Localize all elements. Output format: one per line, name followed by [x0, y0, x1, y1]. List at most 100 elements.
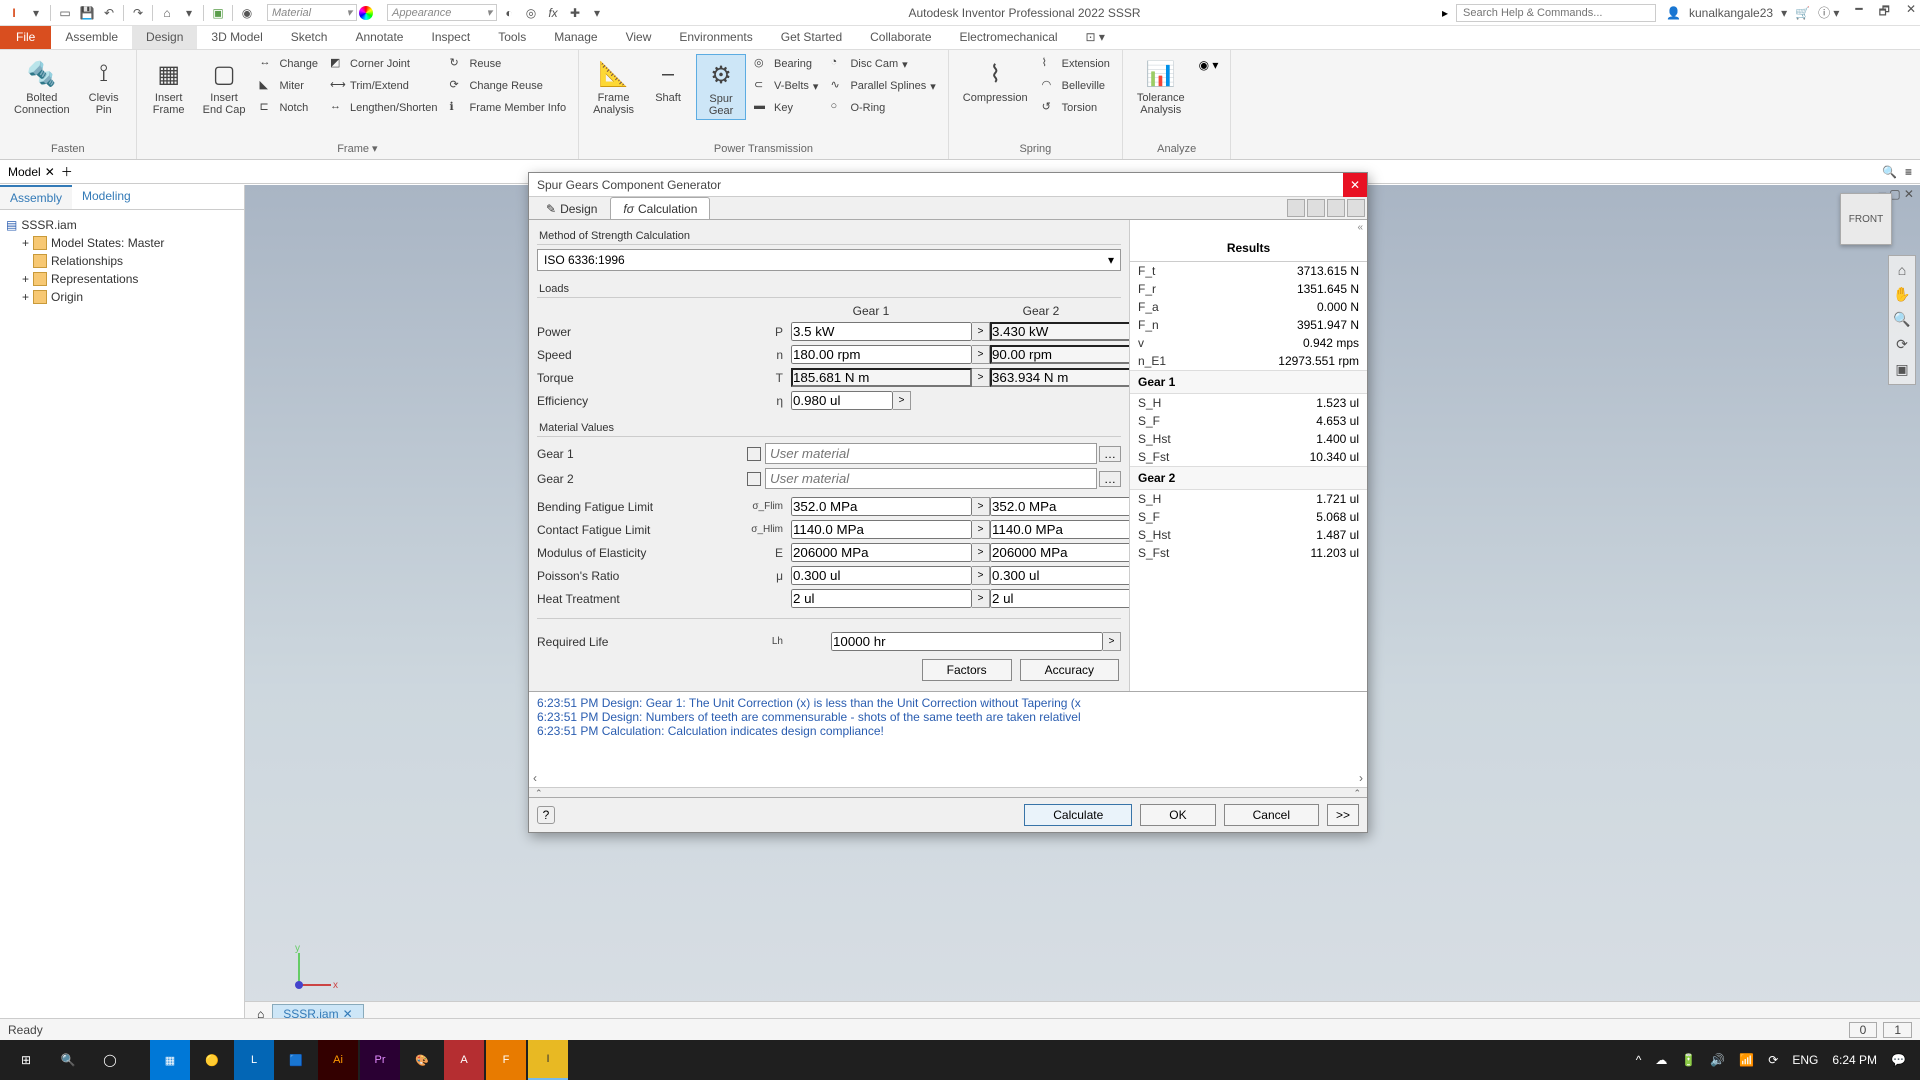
tree-item[interactable]: +Relationships — [22, 252, 238, 270]
appearance-swatch-icon[interactable] — [359, 6, 373, 20]
nav-zoom-icon[interactable]: 🔍 — [1893, 311, 1910, 328]
tree-root[interactable]: ▤SSSR.iam — [6, 216, 238, 234]
plus-icon[interactable]: ✚ — [565, 3, 585, 23]
gear2-mat-input[interactable] — [765, 468, 1097, 489]
modulus-g1-input[interactable] — [791, 543, 972, 562]
tab-collaborate[interactable]: Collaborate — [856, 26, 945, 49]
nav-home-icon[interactable]: ⌂ — [1898, 262, 1906, 278]
belleville-button[interactable]: ◠Belleville — [1038, 76, 1114, 96]
taskbar-fusion[interactable]: F — [486, 1040, 526, 1080]
new-icon[interactable]: ▾ — [26, 3, 46, 23]
help-icon[interactable]: ⓘ ▾ — [1818, 4, 1839, 21]
gear1-mat-browse[interactable]: … — [1099, 446, 1121, 462]
team-icon[interactable]: ▾ — [179, 3, 199, 23]
required-life-input[interactable] — [831, 632, 1103, 651]
accuracy-button[interactable]: Accuracy — [1020, 659, 1119, 681]
gear1-mat-checkbox[interactable] — [747, 447, 761, 461]
tab-electromechanical[interactable]: Electromechanical — [946, 26, 1072, 49]
tray-notifications-icon[interactable]: 💬 — [1891, 1053, 1906, 1067]
nav-pan-icon[interactable]: ✋ — [1893, 286, 1910, 303]
undo-icon[interactable]: ↶ — [99, 3, 119, 23]
corner-joint-button[interactable]: ◩Corner Joint — [326, 54, 441, 74]
tolerance-analysis-button[interactable]: 📊Tolerance Analysis — [1131, 54, 1191, 118]
lengthen-shorten-button[interactable]: ↔Lengthen/Shorten — [326, 98, 441, 118]
scroll-right-icon[interactable]: › — [1359, 771, 1363, 785]
method-dropdown[interactable]: ISO 6336:1996▾ — [537, 249, 1121, 271]
factors-button[interactable]: Factors — [922, 659, 1012, 681]
taskbar-app[interactable]: 🎨 — [402, 1040, 442, 1080]
tab-tools[interactable]: Tools — [484, 26, 540, 49]
browser-tab-assembly[interactable]: Assembly — [0, 185, 72, 209]
cart-icon[interactable]: 🛒 — [1795, 6, 1810, 20]
clevis-pin-button[interactable]: ⟟Clevis Pin — [80, 54, 128, 118]
tray-clock[interactable]: 6:24 PM — [1832, 1053, 1877, 1067]
compression-button[interactable]: ⌇Compression — [957, 54, 1034, 106]
tab-sketch[interactable]: Sketch — [277, 26, 342, 49]
insert-endcap-button[interactable]: ▢Insert End Cap — [197, 54, 252, 118]
oring-button[interactable]: ○O-Ring — [826, 98, 939, 118]
vbelts-button[interactable]: ⊂V-Belts ▾ — [750, 76, 822, 96]
trim-extend-button[interactable]: ⟷Trim/Extend — [326, 76, 441, 96]
browser-tab-modeling[interactable]: Modeling — [72, 185, 141, 209]
change-reuse-button[interactable]: ⟳Change Reuse — [445, 76, 570, 96]
qat-customize-icon[interactable]: ▾ — [587, 3, 607, 23]
heat-g1-input[interactable] — [791, 589, 972, 608]
poisson-g1-input[interactable] — [791, 566, 972, 585]
redo-icon[interactable]: ↷ — [128, 3, 148, 23]
close-icon[interactable]: ✕ — [1906, 2, 1916, 23]
ok-button[interactable]: OK — [1140, 804, 1215, 826]
taskbar-inventor[interactable]: I — [528, 1040, 568, 1080]
close-tab-icon[interactable]: ✕ — [45, 165, 55, 179]
gear1-mat-input[interactable] — [765, 443, 1097, 464]
dialog-help-button[interactable]: ? — [537, 806, 555, 824]
search-taskbar-icon[interactable]: 🔍 — [48, 1040, 88, 1080]
home-icon[interactable]: ⌂ — [157, 3, 177, 23]
task-view-icon[interactable]: ◯ — [90, 1040, 130, 1080]
torsion-button[interactable]: ↺Torsion — [1038, 98, 1114, 118]
search-input[interactable] — [1456, 4, 1656, 22]
tree-item[interactable]: +Origin — [22, 288, 238, 306]
taskbar-chrome[interactable]: 🟡 — [192, 1040, 232, 1080]
insert-frame-button[interactable]: ▦Insert Frame — [145, 54, 193, 118]
taskbar-premiere[interactable]: Pr — [360, 1040, 400, 1080]
material-icon[interactable]: ◉ — [237, 3, 257, 23]
taskbar-autocad[interactable]: A — [444, 1040, 484, 1080]
open-icon[interactable]: ▭ — [55, 3, 75, 23]
tray-wifi-icon[interactable]: 📶 — [1739, 1053, 1754, 1067]
search-browser-icon[interactable]: 🔍 — [1882, 165, 1897, 179]
scroll-left-icon[interactable]: ‹ — [533, 771, 537, 785]
taskbar-app[interactable]: ▦ — [150, 1040, 190, 1080]
add-tab-icon[interactable]: ＋ — [61, 163, 73, 180]
parallel-splines-button[interactable]: ∿Parallel Splines ▾ — [826, 76, 939, 96]
tree-item[interactable]: +Model States: Master — [22, 234, 238, 252]
disc-cam-button[interactable]: ◔Disc Cam ▾ — [826, 54, 939, 74]
select-icon[interactable]: ▣ — [208, 3, 228, 23]
tray-battery-icon[interactable]: 🔋 — [1681, 1053, 1696, 1067]
tab-assemble[interactable]: Assemble — [51, 26, 132, 49]
bending-g1-input[interactable] — [791, 497, 972, 516]
speed-gear1-input[interactable] — [791, 345, 972, 364]
resume-icon[interactable]: ▸ — [1442, 6, 1448, 20]
bolted-connection-button[interactable]: 🔩Bolted Connection — [8, 54, 76, 118]
record-icon[interactable]: ◉ ▾ — [1195, 54, 1223, 76]
ribbon-configure-icon[interactable]: ⊡ ▾ — [1072, 26, 1119, 49]
extension-button[interactable]: ⌇Extension — [1038, 54, 1114, 74]
cancel-button[interactable]: Cancel — [1224, 804, 1319, 826]
fx-icon[interactable]: fx — [543, 3, 563, 23]
dialog-tab-calculation[interactable]: fσCalculation — [610, 197, 710, 219]
save-icon[interactable]: 💾 — [77, 3, 97, 23]
dialog-close-button[interactable]: ✕ — [1343, 173, 1367, 197]
nav-lookat-icon[interactable]: ▣ — [1895, 361, 1908, 378]
nav-orbit-icon[interactable]: ⟳ — [1896, 336, 1908, 353]
user-menu[interactable]: 👤 kunalkangale23▾ 🛒 ⓘ ▾ — [1666, 4, 1839, 21]
shaft-button[interactable]: ⎯Shaft — [644, 54, 692, 106]
appearance-dropdown[interactable]: Appearance▾ — [387, 4, 497, 21]
frame-analysis-button[interactable]: 📐Frame Analysis — [587, 54, 640, 118]
taskbar-illustrator[interactable]: Ai — [318, 1040, 358, 1080]
collapser[interactable]: ⌃⌃ — [529, 787, 1367, 797]
chevron-right-icon[interactable]: > — [972, 322, 990, 341]
tray-lang[interactable]: ENG — [1792, 1053, 1818, 1067]
tab-environments[interactable]: Environments — [665, 26, 766, 49]
efficiency-input[interactable] — [791, 391, 893, 410]
tray-onedrive-icon[interactable]: ☁ — [1655, 1053, 1667, 1067]
